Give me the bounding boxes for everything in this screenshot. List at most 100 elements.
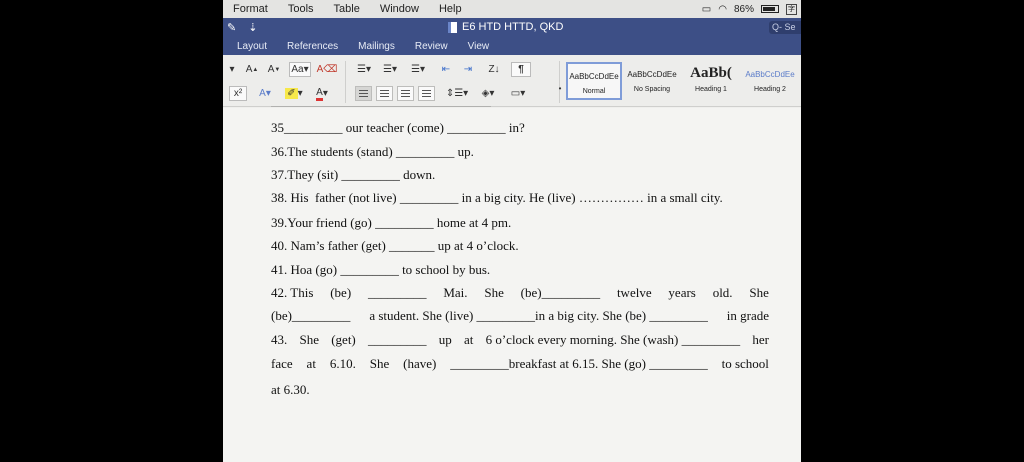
font-color-label: A (316, 87, 323, 101)
word: face (271, 356, 293, 371)
style-heading-2-preview: AaBbCcDdEe (745, 70, 795, 79)
text-effects-label: A (259, 88, 266, 99)
tab-references[interactable]: References (277, 41, 348, 52)
line-spacing-icon[interactable]: ⇕☰▾ (445, 86, 469, 101)
decrease-indent-icon[interactable]: ⇤ (437, 62, 455, 77)
shrink-font-button[interactable]: A ▼ (264, 62, 284, 77)
word: in grade (726, 308, 769, 323)
menu-status-area: ▭ ◠ 86% 字 (702, 0, 801, 18)
word: _________breakfast at 6.15. She (go) ___… (450, 356, 708, 371)
menu-help[interactable]: Help (429, 3, 472, 15)
tab-review[interactable]: Review (405, 41, 458, 52)
style-heading-2-name: Heading 2 (754, 86, 786, 93)
align-right-icon (401, 90, 410, 97)
more-options-icon[interactable]: • (556, 81, 564, 96)
word: up (438, 332, 452, 347)
style-normal[interactable]: AaBbCcDdEe Normal (566, 62, 622, 100)
word: years (668, 285, 696, 300)
word: 43. (271, 332, 288, 347)
quick-access-dropdown-icon[interactable]: ⇣ (248, 21, 257, 34)
screen: Format Tools Table Window Help ▭ ◠ 86% 字… (223, 0, 801, 462)
sort-icon[interactable]: Z↓ (485, 62, 503, 77)
shading-icon[interactable]: ◈▾ (477, 86, 499, 101)
word: to school (721, 356, 769, 371)
numbering-icon[interactable]: ☰▾ (379, 62, 401, 77)
word: (be) (330, 285, 352, 300)
display-icon[interactable]: ▭ (702, 4, 711, 15)
text-effects-button[interactable]: A ▾ (255, 86, 275, 101)
bullets-icon[interactable]: ☰▾ (353, 62, 375, 77)
superscript-button[interactable]: x² (229, 86, 247, 101)
word: 6 o’clock every morning. She (wash) ____… (485, 332, 741, 347)
word: a student. She (live) _________in a big … (369, 308, 708, 323)
borders-icon[interactable]: ▭▾ (505, 86, 531, 101)
increase-indent-icon[interactable]: ⇥ (459, 62, 477, 77)
search-box[interactable]: Q- Se (769, 21, 801, 34)
battery-percent: 86% (733, 3, 754, 15)
title-bar: ✎ ⇣ E6 HTD HTTD, QKD Q- Se (223, 18, 801, 37)
style-heading-1-name: Heading 1 (695, 86, 727, 93)
wifi-icon[interactable]: ◠ (718, 4, 727, 15)
word: (have) (403, 356, 437, 371)
customize-icon[interactable]: ✎ (227, 21, 236, 34)
question-41: 41. Hoa (go) _________ to school by bus. (271, 262, 491, 277)
style-normal-preview: AaBbCcDdEe (569, 72, 619, 81)
question-40: 40. Nam’s father (get) _______ up at 4 o… (271, 238, 519, 253)
change-case-button[interactable]: Aa▾ (289, 62, 311, 77)
align-center-button[interactable] (376, 86, 393, 101)
question-43-line-2: face at 6.10. She (have) _________breakf… (271, 356, 769, 372)
word: (get) (331, 332, 356, 347)
menu-table[interactable]: Table (324, 3, 370, 15)
justify-icon (422, 90, 431, 97)
question-43-line-3: at 6.30. (271, 382, 310, 397)
question-36: 36.The students (stand) _________ up. (271, 144, 474, 159)
tab-layout[interactable]: Layout (223, 41, 277, 52)
style-no-spacing[interactable]: AaBbCcDdEe No Spacing (624, 62, 680, 100)
style-normal-name: Normal (582, 88, 606, 95)
style-heading-2[interactable]: AaBbCcDdEe Heading 2 (742, 62, 798, 100)
style-heading-1[interactable]: AaBb( Heading 1 (683, 62, 739, 100)
align-left-button[interactable] (355, 86, 372, 101)
ribbon-tabs: Layout References Mailings Review View (223, 37, 801, 55)
word: (be)_________ (520, 285, 601, 300)
battery-icon[interactable] (761, 5, 779, 13)
clear-formatting-icon[interactable]: A⌫ (317, 62, 338, 77)
align-right-button[interactable] (397, 86, 414, 101)
question-43-line-1: 43. She (get) _________ up at 6 o’clock … (271, 332, 769, 348)
highlighter-icon: ✐ (285, 88, 298, 99)
word: her (752, 332, 769, 347)
word: _________ (368, 332, 427, 347)
question-42-line-1: 42. This (be) _________ Mai. She (be)___… (271, 285, 769, 301)
grow-font-button[interactable]: A ▲ (242, 62, 262, 77)
word: at (463, 332, 474, 347)
chevron-down-icon[interactable]: ▾ (227, 62, 237, 77)
document-page[interactable]: 35_________ our teacher (come) _________… (223, 106, 801, 462)
grow-font-label: A (245, 64, 253, 75)
align-center-icon (380, 90, 389, 97)
justify-button[interactable] (418, 86, 435, 101)
input-source-icon[interactable]: 字 (786, 3, 797, 15)
style-no-spacing-preview: AaBbCcDdEe (627, 70, 677, 79)
question-35: 35_________ our teacher (come) _________… (271, 120, 525, 135)
word: 42. This (271, 285, 314, 300)
cut-off-text-line (271, 106, 491, 111)
menu-window[interactable]: Window (370, 3, 429, 15)
highlight-button[interactable]: ✐ ▾ (283, 86, 305, 101)
word: She (299, 332, 319, 347)
font-color-button[interactable]: A ▾ (311, 86, 333, 101)
menu-format[interactable]: Format (223, 3, 278, 15)
word: She (484, 285, 504, 300)
word: (be)_________ (271, 308, 351, 323)
tab-mailings[interactable]: Mailings (348, 41, 405, 52)
question-42-line-2: (be)_________ a student. She (live) ____… (271, 308, 769, 324)
tab-view[interactable]: View (458, 41, 500, 52)
menu-bar: Format Tools Table Window Help ▭ ◠ 86% 字 (223, 0, 801, 18)
show-marks-button[interactable]: ¶ (511, 62, 531, 77)
style-no-spacing-name: No Spacing (633, 86, 671, 93)
menu-tools[interactable]: Tools (278, 3, 324, 15)
multilevel-list-icon[interactable]: ☰▾ (407, 62, 429, 77)
word: Mai. (443, 285, 468, 300)
question-38: 38. His father (not live) _________ in a… (271, 190, 723, 205)
document-title: E6 HTD HTTD, QKD (448, 21, 563, 33)
word: _________ (367, 285, 427, 300)
